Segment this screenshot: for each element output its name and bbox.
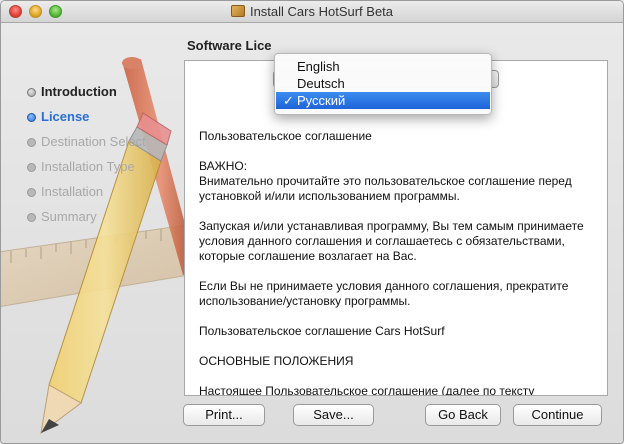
window-title: Install Cars HotSurf Beta xyxy=(1,4,623,19)
title-bar: Install Cars HotSurf Beta xyxy=(1,1,623,23)
step-label: Destination Select xyxy=(41,134,146,149)
step-current-indicator xyxy=(27,113,36,122)
language-option-deutsch[interactable]: Deutsch xyxy=(275,75,491,92)
page-subtitle: Software Lice xyxy=(187,38,272,53)
step-pending-indicator xyxy=(27,163,36,172)
step-installation-type: Installation Type xyxy=(25,158,146,183)
step-pending-indicator xyxy=(27,138,36,147)
continue-button[interactable]: Continue xyxy=(513,404,602,426)
language-menu: English Deutsch ✓ Русский xyxy=(274,53,492,115)
go-back-button[interactable]: Go Back xyxy=(425,404,501,426)
language-option-english[interactable]: English xyxy=(275,58,491,75)
step-label: License xyxy=(41,109,90,124)
step-label: Summary xyxy=(41,209,97,224)
installer-window: Install Cars HotSurf Beta Software Lice … xyxy=(0,0,624,444)
installer-content: Software Lice Introduction License Desti… xyxy=(1,23,623,443)
language-option-label: Русский xyxy=(297,93,346,108)
step-label: Introduction xyxy=(41,84,117,99)
license-paragraph: Если Вы не принимаете условия данного со… xyxy=(199,279,569,308)
step-pending-indicator xyxy=(27,213,36,222)
step-introduction: Introduction xyxy=(25,83,146,108)
window-title-text: Install Cars HotSurf Beta xyxy=(249,4,394,19)
step-summary: Summary xyxy=(25,208,146,233)
license-paragraph: ВАЖНО: Внимательно прочитайте это пользо… xyxy=(199,159,572,203)
license-paragraph: Запуская и/или устанавливая программу, В… xyxy=(199,219,584,263)
step-installation: Installation xyxy=(25,183,146,208)
step-license: License xyxy=(25,108,146,133)
license-paragraph: Настоящее Пользовательское соглашение (д… xyxy=(199,384,535,396)
step-done-indicator xyxy=(27,88,36,97)
installer-steps: Introduction License Destination Select … xyxy=(25,83,146,233)
step-destination-select: Destination Select xyxy=(25,133,146,158)
step-label: Installation xyxy=(41,184,104,199)
license-paragraph: ОСНОВНЫЕ ПОЛОЖЕНИЯ xyxy=(199,354,354,368)
checkmark-icon: ✓ xyxy=(283,93,294,108)
license-paragraph: Пользовательское соглашение xyxy=(199,129,372,143)
save-button[interactable]: Save... xyxy=(293,404,374,426)
step-label: Installation Type xyxy=(41,159,135,174)
license-text: Пользовательское соглашение ВАЖНО: Внима… xyxy=(199,129,595,396)
language-option-russian[interactable]: ✓ Русский xyxy=(276,92,490,109)
package-icon xyxy=(230,5,245,17)
step-pending-indicator xyxy=(27,188,36,197)
license-paragraph: Пользовательское соглашение Cars HotSurf xyxy=(199,324,445,338)
print-button[interactable]: Print... xyxy=(183,404,265,426)
